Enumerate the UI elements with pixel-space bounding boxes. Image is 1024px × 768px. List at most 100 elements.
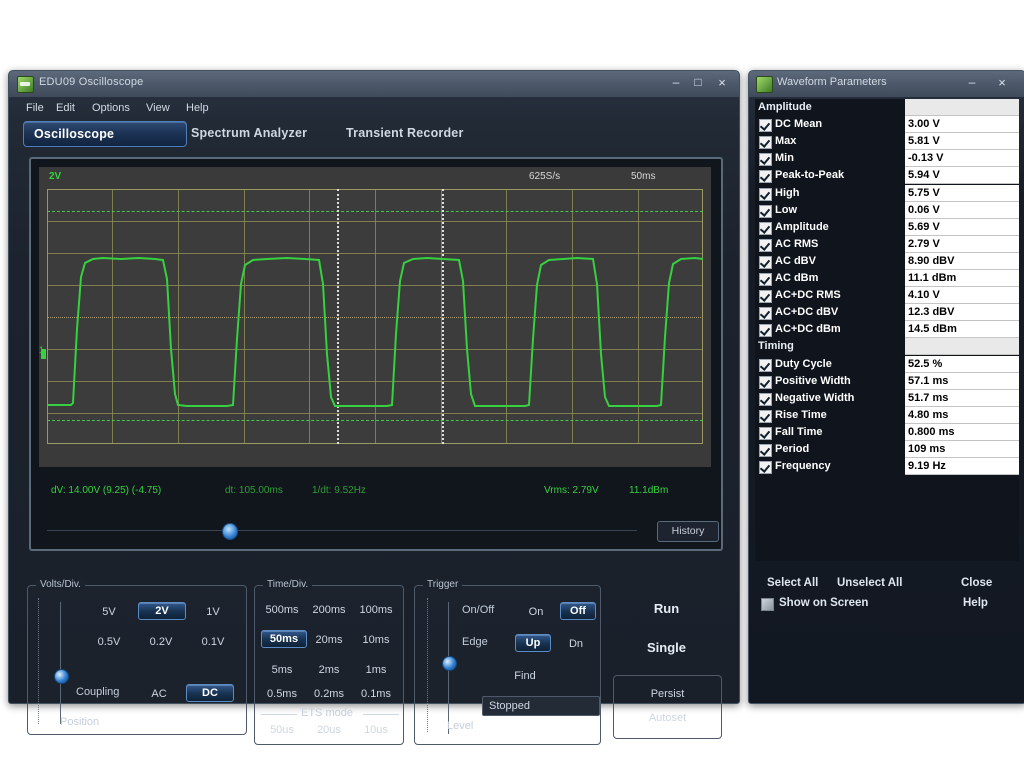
help-button[interactable]: Help xyxy=(963,597,988,609)
parameter-row[interactable]: AC dBm11.1 dBm xyxy=(755,270,1019,287)
run-button[interactable]: Run xyxy=(609,601,724,616)
parameter-row[interactable]: Period109 ms xyxy=(755,441,1019,458)
menu-item-options[interactable]: Options xyxy=(87,100,135,116)
volts-div-0-1v[interactable]: 0.1V xyxy=(190,634,236,650)
parameter-row[interactable]: Frequency9.19 Hz xyxy=(755,458,1019,475)
tab-oscilloscope[interactable]: Oscilloscope xyxy=(23,121,187,147)
persist-button[interactable]: Persist xyxy=(614,686,721,702)
parameter-checkbox[interactable] xyxy=(759,256,772,269)
parameter-checkbox[interactable] xyxy=(759,359,772,372)
parameter-row[interactable]: High5.75 V xyxy=(755,185,1019,202)
coupling-ac-button[interactable]: AC xyxy=(140,686,178,702)
time-div-100ms[interactable]: 100ms xyxy=(353,602,399,618)
trigger-find-button[interactable]: Find xyxy=(505,668,545,684)
parameter-checkbox[interactable] xyxy=(759,205,772,218)
trigger-off-button[interactable]: Off xyxy=(560,602,596,620)
time-div-200ms[interactable]: 200ms xyxy=(306,602,352,618)
trigger-edge-up-button[interactable]: Up xyxy=(515,634,551,652)
parameter-row[interactable]: Rise Time4.80 ms xyxy=(755,407,1019,424)
parameter-checkbox[interactable] xyxy=(759,273,772,286)
minimize-icon[interactable]: – xyxy=(665,75,687,91)
minimize-icon[interactable]: – xyxy=(961,75,983,91)
parameter-checkbox[interactable] xyxy=(759,222,772,235)
time-div-1ms[interactable]: 1ms xyxy=(353,662,399,678)
ets-10us[interactable]: 10us xyxy=(353,722,399,738)
time-div-10ms[interactable]: 10ms xyxy=(353,632,399,648)
history-button[interactable]: History xyxy=(657,521,719,542)
vertical-position-slider[interactable] xyxy=(54,669,69,684)
time-div-50ms[interactable]: 50ms xyxy=(261,630,307,648)
trigger-level-slider[interactable] xyxy=(442,656,457,671)
select-all-button[interactable]: Select All xyxy=(767,577,818,589)
parameter-row[interactable]: Min-0.13 V xyxy=(755,150,1019,167)
history-scroll-knob[interactable] xyxy=(222,523,238,540)
time-div-500ms[interactable]: 500ms xyxy=(259,602,305,618)
parameter-row[interactable]: Duty Cycle52.5 % xyxy=(755,356,1019,373)
parameter-row[interactable]: Max5.81 V xyxy=(755,133,1019,150)
parameter-checkbox[interactable] xyxy=(759,290,772,303)
parameter-checkbox[interactable] xyxy=(759,136,772,149)
menu-item-file[interactable]: File xyxy=(21,100,49,116)
time-div-2ms[interactable]: 2ms xyxy=(306,662,352,678)
volts-div-0-2v[interactable]: 0.2V xyxy=(138,634,184,650)
trigger-edge-dn-button[interactable]: Dn xyxy=(560,636,592,652)
menu-item-edit[interactable]: Edit xyxy=(51,100,80,116)
parameter-row[interactable]: Peak-to-Peak5.94 V xyxy=(755,167,1019,184)
volts-div-1v[interactable]: 1V xyxy=(192,604,234,620)
parameter-row[interactable]: AC+DC dBV12.3 dBV xyxy=(755,304,1019,321)
time-div-20ms[interactable]: 20ms xyxy=(306,632,352,648)
parameter-checkbox[interactable] xyxy=(759,393,772,406)
parameter-row[interactable]: Negative Width51.7 ms xyxy=(755,390,1019,407)
parameter-row[interactable]: Amplitude5.69 V xyxy=(755,219,1019,236)
show-on-screen-label[interactable]: Show on Screen xyxy=(779,597,868,609)
close-button[interactable]: Close xyxy=(961,577,992,589)
time-div-0-2ms[interactable]: 0.2ms xyxy=(306,686,352,702)
parameter-row[interactable]: Low0.06 V xyxy=(755,202,1019,219)
parameter-row[interactable]: AC+DC dBm14.5 dBm xyxy=(755,321,1019,338)
close-icon[interactable]: × xyxy=(711,75,733,91)
menu-item-help[interactable]: Help xyxy=(181,100,214,116)
parameter-row[interactable]: AC RMS2.79 V xyxy=(755,236,1019,253)
trigger-status-field[interactable]: Stopped xyxy=(482,696,600,716)
parameter-checkbox[interactable] xyxy=(759,376,772,389)
parameter-checkbox[interactable] xyxy=(759,153,772,166)
close-icon[interactable]: × xyxy=(991,75,1013,91)
volts-div-2v[interactable]: 2V xyxy=(138,602,186,620)
volts-div-5v[interactable]: 5V xyxy=(88,604,130,620)
volts-div-0-5v[interactable]: 0.5V xyxy=(86,634,132,650)
history-scrollbar[interactable] xyxy=(47,530,637,531)
ets-20us[interactable]: 20us xyxy=(306,722,352,738)
scope-display[interactable]: 2V 625S/s 50ms 1 xyxy=(39,167,711,467)
ets-50us[interactable]: 50us xyxy=(259,722,305,738)
single-button[interactable]: Single xyxy=(609,640,724,655)
parameter-row[interactable]: AC+DC RMS4.10 V xyxy=(755,287,1019,304)
tab-transient-recorder[interactable]: Transient Recorder xyxy=(336,121,474,145)
time-div-5ms[interactable]: 5ms xyxy=(259,662,305,678)
parameter-checkbox[interactable] xyxy=(759,307,772,320)
parameter-checkbox[interactable] xyxy=(759,324,772,337)
parameter-checkbox[interactable] xyxy=(759,410,772,423)
parameter-row[interactable]: Fall Time0.800 ms xyxy=(755,424,1019,441)
parameter-checkbox[interactable] xyxy=(759,427,772,440)
menu-item-view[interactable]: View xyxy=(141,100,175,116)
oscilloscope-titlebar[interactable]: EDU09 Oscilloscope – □ × xyxy=(9,71,739,97)
unselect-all-button[interactable]: Unselect All xyxy=(837,577,902,589)
parameter-checkbox[interactable] xyxy=(759,444,772,457)
trigger-on-button[interactable]: On xyxy=(520,604,552,620)
parameter-checkbox[interactable] xyxy=(759,170,772,183)
parameter-checkbox[interactable] xyxy=(759,119,772,132)
show-on-screen-checkbox[interactable] xyxy=(761,598,774,611)
parameter-row[interactable]: Positive Width57.1 ms xyxy=(755,373,1019,390)
tab-spectrum-analyzer[interactable]: Spectrum Analyzer xyxy=(181,121,317,145)
time-div-0-1ms[interactable]: 0.1ms xyxy=(353,686,399,702)
parameter-row[interactable]: DC Mean3.00 V xyxy=(755,116,1019,133)
autoset-button[interactable]: Autoset xyxy=(614,710,721,726)
parameter-checkbox[interactable] xyxy=(759,239,772,252)
parameter-checkbox[interactable] xyxy=(759,461,772,474)
time-div-0-5ms[interactable]: 0.5ms xyxy=(259,686,305,702)
parameter-checkbox[interactable] xyxy=(759,188,772,201)
maximize-icon[interactable]: □ xyxy=(687,75,709,91)
parameter-row[interactable]: AC dBV8.90 dBV xyxy=(755,253,1019,270)
waveform-parameters-titlebar[interactable]: Waveform Parameters – × xyxy=(749,71,1024,97)
coupling-dc-button[interactable]: DC xyxy=(186,684,234,702)
